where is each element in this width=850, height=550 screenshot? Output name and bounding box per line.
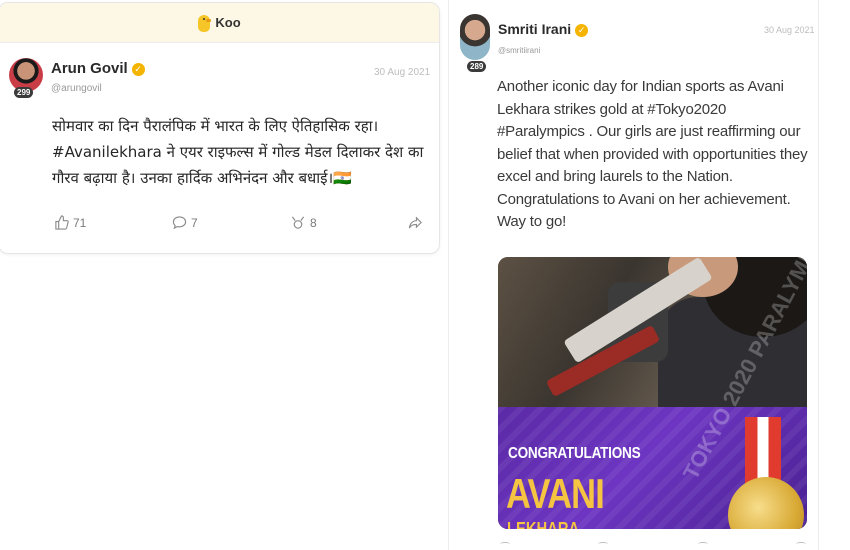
- koo-brand-label: Koo: [215, 15, 241, 30]
- right-actions-partial: [498, 540, 808, 550]
- post-text: Another iconic day for Indian sports as …: [497, 78, 808, 230]
- post-header: 299 Arun Govil ✓ @arungovil 30 Aug 2021: [0, 43, 439, 105]
- rekoo-icon: [290, 215, 306, 230]
- post-date: 30 Aug 2021: [374, 67, 431, 78]
- thumbs-up-icon: [54, 215, 69, 230]
- avatar[interactable]: [460, 14, 490, 60]
- share-icon: [408, 215, 423, 230]
- follower-badge: 289: [467, 61, 487, 72]
- post-date: 30 Aug 2021: [764, 25, 815, 35]
- like-button[interactable]: 71: [54, 215, 86, 230]
- comment-bubble-icon: [172, 215, 187, 230]
- rekoo-button[interactable]: 8: [290, 215, 317, 230]
- share-button[interactable]: [408, 215, 423, 230]
- verified-check-icon: ✓: [575, 24, 589, 37]
- post-text: सोमवार का दिन पैरालंपिक में भारत के लिए …: [52, 117, 424, 187]
- koo-bird-icon: [197, 13, 212, 33]
- comment-button[interactable]: 7: [172, 215, 198, 230]
- action-hint: [698, 542, 708, 546]
- koo-brand-header: Koo: [0, 3, 439, 43]
- like-count: 71: [73, 215, 87, 230]
- verified-check-icon: ✓: [131, 63, 145, 76]
- action-hint: [598, 542, 608, 546]
- follower-badge: 299: [14, 87, 34, 98]
- athlete-last-name: LEKHARA: [507, 519, 580, 529]
- athlete-first-name: AVANI: [506, 470, 605, 517]
- author-handle[interactable]: @smritiirani: [498, 46, 540, 55]
- author-name[interactable]: Smriti Irani ✓: [498, 21, 589, 37]
- action-hint: [500, 542, 510, 546]
- rekoo-count: 8: [310, 215, 317, 230]
- congrats-label: CONGRATULATIONS: [508, 445, 641, 462]
- author-handle[interactable]: @arungovil: [51, 83, 102, 94]
- comment-count: 7: [191, 215, 198, 230]
- post-actions: 71 7 8: [0, 215, 440, 239]
- author-name-text[interactable]: Smriti Irani: [498, 21, 571, 37]
- post-image[interactable]: TOKYO 2020 PARALYMPICS CONGRATULATIONS A…: [498, 257, 807, 529]
- author-name-text[interactable]: Arun Govil: [51, 60, 128, 77]
- action-hint: [796, 542, 806, 546]
- author-name[interactable]: Arun Govil ✓: [51, 60, 145, 77]
